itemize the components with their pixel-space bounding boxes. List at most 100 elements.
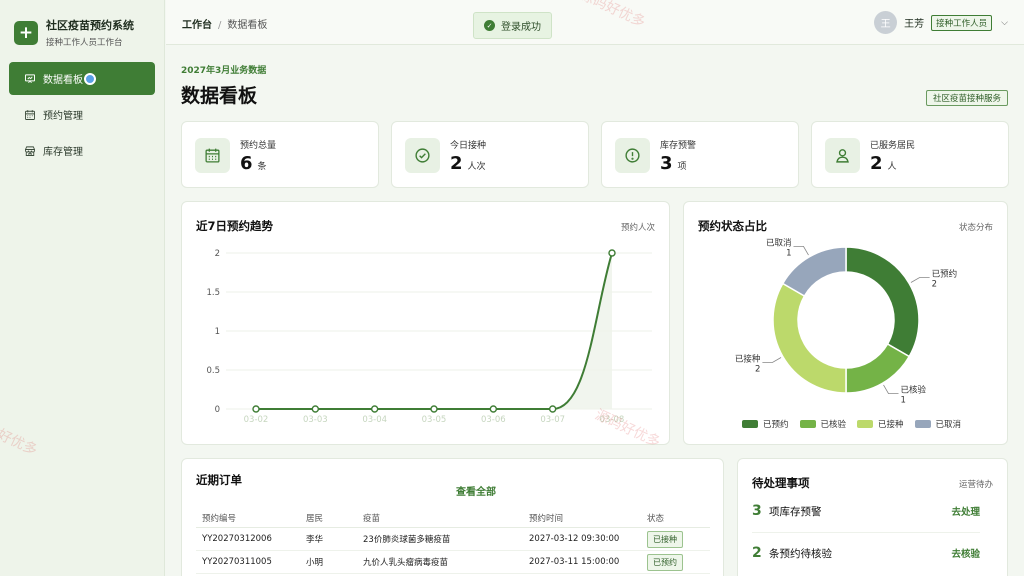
order-time: 2027-03-12 09:30:00 <box>529 534 620 544</box>
todo-item-verification: 2 条预约待核验 去核验 <box>752 545 980 561</box>
brand: + 社区疫苗预约系统 接种工作人员工作台 <box>0 0 164 52</box>
order-resident: 小明 <box>306 558 324 568</box>
recent-orders-title: 近期订单 <box>196 473 242 487</box>
todo-title: 待处理事项 <box>752 476 810 490</box>
stat-card-served-residents: 已服务居民 2人 <box>811 121 1009 188</box>
order-time: 2027-03-11 15:00:00 <box>529 557 620 567</box>
legend-label: 已核验 <box>820 420 847 430</box>
calendar-icon <box>195 138 230 173</box>
x-tick-label: 03-04 <box>362 415 387 425</box>
stat-value: 2人 <box>870 153 897 174</box>
todo-text: 条预约待核验 <box>769 547 832 560</box>
login-success-toast: ✓ 登录成功 <box>473 12 552 39</box>
stat-unit: 人次 <box>467 162 486 172</box>
y-tick-label: 0.5 <box>206 366 220 376</box>
sidebar-item-label: 数据看板 <box>43 75 83 86</box>
column-header: 状态 <box>647 513 665 524</box>
toast-message: 登录成功 <box>501 22 541 33</box>
todo-panel: 待处理事项 运营待办 3 项库存预警 去处理 2 条预约待核验 去核验 <box>737 458 1008 576</box>
stat-number: 6 <box>240 153 253 174</box>
order-id: YY20270312006 <box>202 534 272 544</box>
y-tick-label: 2 <box>215 249 220 259</box>
stat-unit: 人 <box>887 162 897 172</box>
line-chart: 0 0.5 1 1.5 2 03-02 03-03 03-04 03-05 03-06 03-07 0… <box>206 249 652 425</box>
data-point <box>311 405 320 413</box>
check-circle-icon: ✓ <box>484 20 495 31</box>
breadcrumb-separator: / <box>218 20 222 31</box>
sidebar-item-dashboard[interactable]: 数据看板 <box>9 62 155 95</box>
sidebar-item-appointments[interactable]: 预约管理 <box>9 98 155 131</box>
todo-aux: 运营待办 <box>958 480 993 490</box>
legend-entry[interactable]: 已接种 <box>857 418 904 430</box>
leader-line <box>762 357 782 363</box>
stat-label: 预约总量 <box>240 141 277 151</box>
x-tick-label: 03-07 <box>540 415 565 425</box>
table-row[interactable]: YY20270312006 李华 23价肺炎球菌多糖疫苗 2027-03-12 … <box>196 528 710 551</box>
status-badge: 已接种 <box>647 530 683 548</box>
page-title: 数据看板 <box>181 85 258 107</box>
legend-label: 已接种 <box>878 420 904 430</box>
verify-appointments-button[interactable]: 去核验 <box>951 546 980 560</box>
stat-number: 2 <box>870 153 883 174</box>
view-all-link[interactable]: 查看全部 <box>456 483 496 498</box>
service-tag: 社区疫苗接种服务 <box>926 90 1008 106</box>
x-tick-label: 03-08 <box>600 415 625 425</box>
stat-number: 2 <box>450 153 463 174</box>
leader-line <box>910 277 930 283</box>
table-row[interactable]: YY20270311005 小明 九价人乳头瘤病毒疫苗 2027-03-11 1… <box>196 551 710 574</box>
y-tick-label: 0 <box>215 405 220 415</box>
column-header: 预约时间 <box>529 513 564 524</box>
leader-line <box>883 384 899 395</box>
order-vaccine: 九价人乳头瘤病毒疫苗 <box>363 558 449 568</box>
slice-value-label: 1 <box>786 248 791 258</box>
stat-card-today-vaccinations: 今日接种 2 人次 <box>391 121 589 188</box>
order-vaccine: 23价肺炎球菌多糖疫苗 <box>363 535 451 545</box>
legend-label: 已取消 <box>935 420 962 430</box>
y-tick-label: 1 <box>215 327 220 337</box>
stat-label: 今日接种 <box>450 141 487 151</box>
divider <box>752 532 980 533</box>
stat-value: 3项 <box>660 153 687 174</box>
recent-orders-panel: 近期订单 查看全部 预约编号 居民 疫苗 预约时间 状态 YY202703120… <box>181 458 724 576</box>
todo-text: 项库存预警 <box>769 505 822 518</box>
handle-inventory-button[interactable]: 去处理 <box>951 504 980 518</box>
status-badge: 已预约 <box>647 553 683 571</box>
data-point <box>548 405 557 413</box>
column-header: 疫苗 <box>363 513 381 524</box>
user-menu[interactable]: 王 王芳 接种工作人员 ⌵ <box>874 11 1008 34</box>
pie-slice <box>772 282 847 394</box>
sidebar-nav: 数据看板 预约管理 库存管理 <box>0 62 164 167</box>
sidebar-item-label: 库存管理 <box>43 147 83 158</box>
pie-slice <box>845 246 920 358</box>
leader-line <box>793 245 809 256</box>
donut-chart: 已预约2已核验1已接种2已取消1 <box>735 237 957 406</box>
breadcrumb-current: 数据看板 <box>227 20 268 31</box>
legend-entry[interactable]: 已预约 <box>742 418 789 430</box>
table-header: 预约编号 居民 疫苗 预约时间 状态 <box>196 508 710 528</box>
breadcrumb-root[interactable]: 工作台 <box>182 20 212 31</box>
user-icon <box>825 138 860 173</box>
data-point <box>430 405 438 413</box>
data-point <box>370 405 379 413</box>
trend-chart-panel: 近7日预约趋势 预约人次 0 0.5 1 1.5 2 03-02 03-03 03-04 03-… <box>181 201 670 445</box>
stat-label: 库存预警 <box>660 141 697 151</box>
donut-legend: 已预约 已核验 已接种 已取消 <box>742 418 972 430</box>
page-eyebrow: 2027年3月业务数据 <box>181 66 267 76</box>
stat-number: 3 <box>660 153 673 174</box>
stat-value: 2 人次 <box>450 153 486 174</box>
app-logo: + <box>14 20 38 45</box>
breadcrumb: 工作台 / 数据看板 <box>182 16 267 31</box>
slice-value-label: 1 <box>901 396 906 406</box>
slice-label: 已核验 <box>901 385 927 396</box>
chevron-down-icon[interactable]: ⌵ <box>1001 18 1008 28</box>
order-resident: 李华 <box>306 535 324 545</box>
sidebar-item-inventory[interactable]: 库存管理 <box>9 134 155 167</box>
todo-item-inventory: 3 项库存预警 去处理 <box>752 503 980 519</box>
alert-circle-icon <box>615 138 650 173</box>
status-chart-panel: 预约状态占比 状态分布 已预约 2 已核验 1 已接种 2 已取消 1 已预约 已核验 已接种 已取… <box>683 201 1008 445</box>
app-subtitle: 接种工作人员工作台 <box>46 38 123 48</box>
legend-entry[interactable]: 已核验 <box>799 418 847 430</box>
calendar-icon <box>25 109 35 120</box>
stat-card-inventory-warning: 库存预警 3项 <box>601 121 799 188</box>
legend-entry[interactable]: 已取消 <box>914 418 962 430</box>
